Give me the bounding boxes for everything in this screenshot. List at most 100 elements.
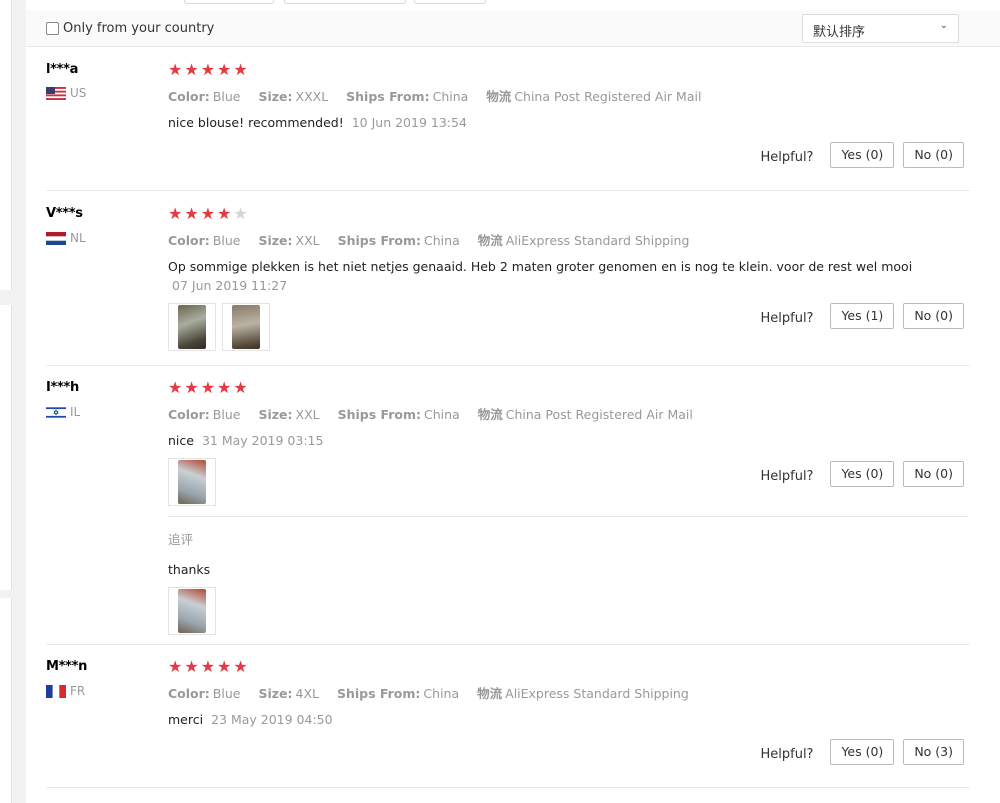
review-photo-thumbnail[interactable] (168, 458, 216, 506)
reviewer-name: V***s (46, 206, 83, 221)
logistics-label: 物流 (477, 407, 503, 422)
helpful-controls: Helpful? Yes (0) No (0) (760, 461, 964, 487)
size-label: Size: (258, 686, 293, 701)
reviewer-country: NL (46, 231, 86, 245)
star-rating: ★★★★★ (168, 380, 968, 396)
star-icon: ★ (217, 60, 234, 79)
review-item: l***a US ★★★★★ Color: Blue Size: XXXL Sh… (26, 62, 1000, 190)
sidebar-panel (0, 305, 12, 590)
review-text-line: nice 31 May 2019 03:15 (168, 433, 968, 448)
star-icon: ★ (200, 204, 218, 223)
star-icon: ★ (217, 657, 234, 676)
review-divider (46, 787, 970, 788)
star-rating: ★★★★★ (168, 206, 968, 222)
tab-remnant[interactable] (184, 0, 274, 4)
review-item: V***s NL ★★★★★ Color: Blue Size: XXL Shi… (26, 206, 1000, 364)
helpful-no-button[interactable]: No (0) (903, 142, 964, 168)
chevron-down-icon: ⌄ (939, 20, 948, 31)
helpful-yes-button[interactable]: Yes (0) (830, 739, 895, 765)
logistics-label: 物流 (486, 89, 512, 104)
sidebar-panel (0, 0, 12, 290)
review-content: ★★★★★ Color: Blue Size: XXL Ships From: Chi… (168, 206, 968, 351)
helpful-no-button[interactable]: No (0) (903, 303, 964, 329)
star-icon: ★ (184, 204, 201, 223)
review-text-line: merci 23 May 2019 04:50 (168, 712, 968, 727)
logistics-label: 物流 (477, 233, 503, 248)
review-date: 23 May 2019 04:50 (211, 712, 333, 727)
photo-image (178, 305, 206, 349)
ships-from-label: Ships From: (336, 686, 421, 701)
only-country-checkbox[interactable] (46, 22, 59, 35)
review-item: I***h IL ★★★★★ Color: Blue Size: XXL Shi… (26, 380, 1000, 644)
tab-remnant[interactable] (414, 0, 486, 4)
country-code: FR (70, 684, 86, 698)
reviewer-name: I***h (46, 380, 79, 395)
review-text-line: nice blouse! recommended! 10 Jun 2019 13… (168, 115, 968, 130)
review-date: 31 May 2019 03:15 (201, 433, 324, 448)
review-photo-thumbnail[interactable] (168, 587, 216, 635)
review-date: 10 Jun 2019 13:54 (351, 115, 467, 130)
logistics-value: China Post Registered Air Mail (505, 407, 693, 422)
star-icon: ★ (200, 378, 218, 397)
photo-image (178, 460, 206, 504)
review-content: ★★★★★ Color: Blue Size: XXXL Ships From: Ch… (168, 62, 968, 131)
helpful-yes-button[interactable]: Yes (1) (830, 303, 895, 329)
review-divider (46, 190, 970, 191)
only-country-filter[interactable]: Only from your country (46, 21, 214, 36)
color-value: Blue (212, 407, 241, 422)
photo-image (178, 589, 206, 633)
additional-review-label: 追评 (168, 532, 194, 547)
helpful-label: Helpful? (760, 746, 814, 762)
star-icon: ★ (168, 60, 185, 79)
star-icon: ★ (184, 657, 201, 676)
helpful-no-button[interactable]: No (0) (903, 461, 964, 487)
star-icon: ★ (217, 378, 234, 397)
size-label: Size: (258, 233, 293, 248)
helpful-yes-button[interactable]: Yes (0) (830, 142, 895, 168)
reviewer-name: l***a (46, 62, 79, 77)
review-photo-thumbnail[interactable] (168, 303, 216, 351)
star-icon: ★ (233, 657, 250, 676)
review-divider (46, 365, 970, 366)
logistics-value: AliExpress Standard Shipping (505, 686, 689, 701)
helpful-label: Helpful? (760, 149, 814, 165)
review-divider (46, 644, 970, 645)
additional-review-photos (168, 587, 968, 635)
size-value: XXXL (295, 89, 329, 104)
order-attributes: Color: Blue Size: 4XL Ships From: China 物流 A… (168, 683, 968, 702)
reviewer-info: V***s NL (46, 206, 86, 245)
ships-from-value: China (423, 686, 460, 701)
helpful-label: Helpful? (760, 310, 814, 326)
star-icon: ★ (233, 60, 250, 79)
star-icon: ★ (200, 60, 218, 79)
color-value: Blue (212, 686, 241, 701)
sort-select[interactable]: 默认排序 ⌄ (802, 14, 959, 43)
logistics-value: China Post Registered Air Mail (514, 89, 702, 104)
filter-bar: Only from your country 默认排序 ⌄ (26, 10, 1000, 47)
reviews-panel: Only from your country 默认排序 ⌄ l***a US ★… (26, 0, 1000, 803)
reviewer-name: M***n (46, 659, 88, 674)
order-attributes: Color: Blue Size: XXL Ships From: China 物流 A… (168, 230, 968, 249)
star-icon: ★ (184, 378, 201, 397)
left-sidebar-strip (0, 0, 12, 803)
star-icon: ★ (168, 657, 185, 676)
review-photo-thumbnail[interactable] (222, 303, 270, 351)
ships-from-value: China (432, 89, 469, 104)
reviewer-info: l***a US (46, 62, 86, 100)
color-label: Color: (168, 407, 210, 422)
star-icon: ★ (184, 60, 201, 79)
review-text: Op sommige plekken is het niet netjes ge… (168, 259, 913, 274)
review-text: nice (168, 433, 194, 448)
ships-from-label: Ships From: (346, 89, 430, 104)
il-flag-icon (46, 405, 66, 419)
tab-remnant[interactable] (284, 0, 406, 4)
star-rating: ★★★★★ (168, 62, 968, 78)
helpful-no-button[interactable]: No (3) (903, 739, 964, 765)
review-item: M***n FR ★★★★★ Color: Blue Size: 4XL Shi… (26, 659, 1000, 787)
size-label: Size: (258, 407, 293, 422)
reviewer-country: FR (46, 684, 87, 698)
helpful-yes-button[interactable]: Yes (0) (830, 461, 895, 487)
additional-review-text: thanks (168, 562, 211, 577)
color-label: Color: (168, 233, 210, 248)
helpful-controls: Helpful? Yes (0) No (0) (760, 142, 964, 168)
